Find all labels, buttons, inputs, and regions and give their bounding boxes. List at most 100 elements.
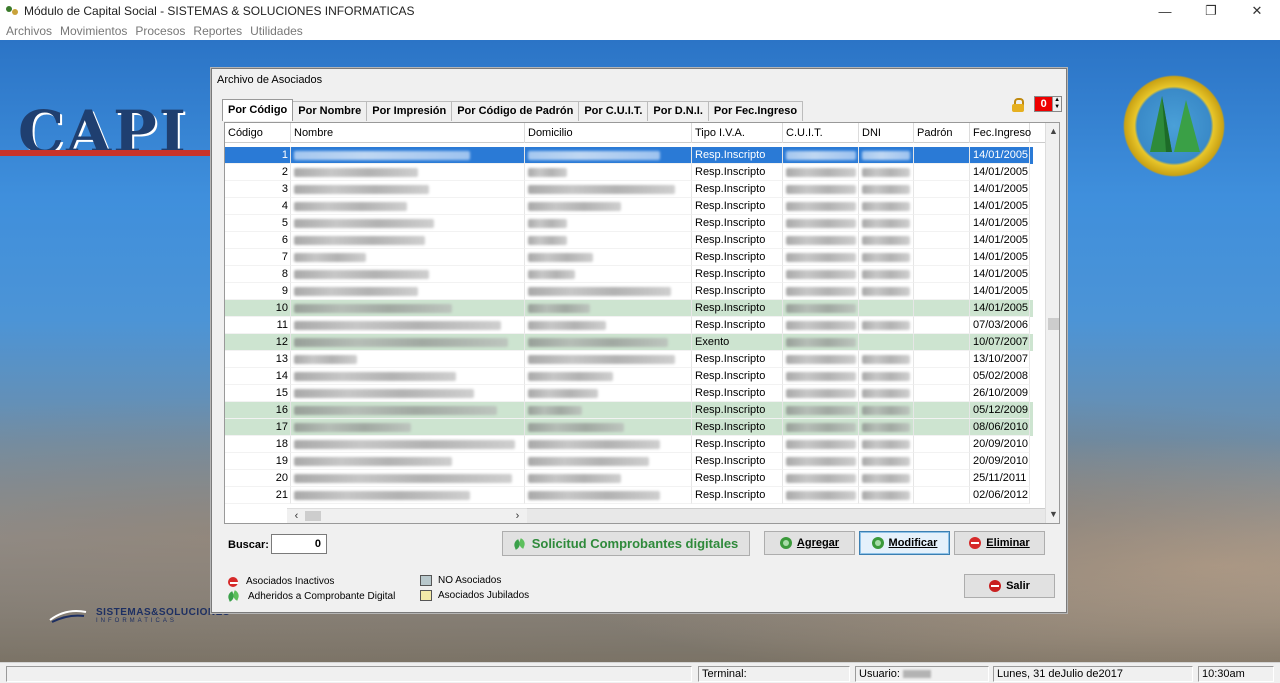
menu-utilidades[interactable]: Utilidades [250,24,303,38]
column-header-cuit[interactable]: C.U.I.T. [783,123,859,143]
tab-por-cuit[interactable]: Por C.U.I.T. [578,101,649,121]
tab-por-nombre[interactable]: Por Nombre [292,101,368,121]
vertical-scrollbar[interactable]: ▲ ▼ [1045,123,1059,523]
minimize-button[interactable]: — [1142,0,1188,22]
scroll-left-icon[interactable]: ‹ [289,509,304,523]
modificar-button[interactable]: Modificar [859,531,950,555]
scroll-right-icon[interactable]: › [510,509,525,523]
legend-adheridos: Adheridos a Comprobante Digital [228,590,395,602]
menu-procesos[interactable]: Procesos [135,24,185,38]
cell-fec-ingreso: 14/01/2005 [970,283,1030,300]
table-row[interactable]: 21 Resp.Inscripto 02/06/2012 [225,487,1033,504]
spin-down-icon[interactable]: ▼ [1053,104,1061,111]
cell-padron [914,317,970,334]
table-row[interactable]: 6 Resp.Inscripto 14/01/2005 [225,232,1033,249]
redacted-domicilio [528,355,675,364]
counter-value[interactable]: 0 [1035,97,1053,111]
column-header-nombre[interactable]: Nombre [291,123,525,143]
table-row[interactable]: 9 Resp.Inscripto 14/01/2005 [225,283,1033,300]
table-row[interactable]: 5 Resp.Inscripto 14/01/2005 [225,215,1033,232]
column-header-codigo[interactable]: Código [225,123,291,143]
scroll-up-icon[interactable]: ▲ [1046,123,1059,140]
column-header-dni[interactable]: DNI [859,123,914,143]
horizontal-scrollbar[interactable]: ‹ › [287,508,527,523]
agregar-button[interactable]: Agregar [764,531,855,555]
cell-nombre [291,436,525,453]
solicitud-comprobantes-button[interactable]: Solicitud Comprobantes digitales [502,531,750,556]
cell-domicilio [525,419,692,436]
buscar-input[interactable]: 0 [271,534,327,554]
cell-cuit [783,232,859,249]
table-row[interactable]: 14 Resp.Inscripto 05/02/2008 [225,368,1033,385]
redacted-cuit [786,185,856,194]
menu-movimientos[interactable]: Movimientos [60,24,127,38]
cell-dni [859,232,914,249]
redacted-dni [862,457,910,466]
tab-por-fec-ingreso[interactable]: Por Fec.Ingreso [707,101,804,121]
counter-spin[interactable]: ▲ ▼ [1052,97,1061,111]
redacted-cuit [786,168,856,177]
column-header-domicilio[interactable]: Domicilio [525,123,692,143]
tab-por-impresion[interactable]: Por Impresión [366,101,453,121]
asociados-dialog: Archivo de Asociados Por Código Por Nomb… [211,68,1067,613]
menu-archivos[interactable]: Archivos [6,24,52,38]
cell-dni [859,181,914,198]
table-row[interactable]: 15 Resp.Inscripto 26/10/2009 [225,385,1033,402]
redacted-dni [862,151,910,160]
cell-nombre [291,266,525,283]
status-message [6,666,692,682]
record-counter-stepper[interactable]: 0 ▲ ▼ [1034,96,1062,112]
table-row[interactable]: 2 Resp.Inscripto 14/01/2005 [225,164,1033,181]
menu-reportes[interactable]: Reportes [193,24,242,38]
column-header-padron[interactable]: Padrón [914,123,970,143]
salir-button[interactable]: Salir [964,574,1055,598]
table-row[interactable]: 10 Resp.Inscripto 14/01/2005 [225,300,1033,317]
column-header-tipo-iva[interactable]: Tipo I.V.A. [692,123,783,143]
redacted-cuit [786,423,856,432]
redacted-dni [862,219,910,228]
table-row[interactable]: 11 Resp.Inscripto 07/03/2006 [225,317,1033,334]
tab-por-dni[interactable]: Por D.N.I. [647,101,709,121]
modificar-label: Modificar [888,537,938,549]
table-row[interactable]: 13 Resp.Inscripto 13/10/2007 [225,351,1033,368]
redacted-nombre [294,389,474,398]
cell-cuit [783,351,859,368]
table-row[interactable]: 7 Resp.Inscripto 14/01/2005 [225,249,1033,266]
table-row[interactable]: 20 Resp.Inscripto 25/11/2011 [225,470,1033,487]
cell-cuit [783,283,859,300]
cell-nombre [291,402,525,419]
eliminar-label: Eliminar [986,537,1030,549]
scroll-down-icon[interactable]: ▼ [1046,506,1059,523]
table-row[interactable]: 16 Resp.Inscripto 05/12/2009 [225,402,1033,419]
hscroll-thumb[interactable] [305,511,321,521]
column-header-fec-ingreso[interactable]: Fec.Ingreso [970,123,1031,143]
table-row[interactable]: 17 Resp.Inscripto 08/06/2010 [225,419,1033,436]
asociados-table[interactable]: Código Nombre Domicilio Tipo I.V.A. C.U.… [224,122,1060,524]
tab-por-codigo-padron[interactable]: Por Código de Padrón [451,101,580,121]
lock-icon[interactable] [1012,98,1024,112]
eliminar-button[interactable]: Eliminar [954,531,1045,555]
cell-dni [859,283,914,300]
cell-codigo: 21 [225,487,291,504]
cell-domicilio [525,317,692,334]
redacted-dni [862,202,910,211]
cell-domicilio [525,181,692,198]
spin-up-icon[interactable]: ▲ [1053,97,1061,104]
table-row[interactable]: 8 Resp.Inscripto 14/01/2005 [225,266,1033,283]
tab-por-codigo[interactable]: Por Código [222,99,294,121]
table-row[interactable]: 1 Resp.Inscripto 14/01/2005 [225,147,1033,164]
legend-adheridos-label: Adheridos a Comprobante Digital [248,590,396,602]
table-row[interactable]: 12 Exento 10/07/2007 [225,334,1033,351]
table-row[interactable]: 4 Resp.Inscripto 14/01/2005 [225,198,1033,215]
cell-tipo-iva: Resp.Inscripto [692,147,783,164]
table-row[interactable]: 3 Resp.Inscripto 14/01/2005 [225,181,1033,198]
table-row[interactable]: 19 Resp.Inscripto 20/09/2010 [225,453,1033,470]
redacted-domicilio [528,423,624,432]
close-button[interactable]: ✕ [1234,0,1280,22]
scroll-thumb[interactable] [1048,318,1059,330]
cell-cuit [783,164,859,181]
maximize-button[interactable]: ❐ [1188,0,1234,22]
status-usuario-label: Usuario: [859,668,900,680]
table-row[interactable]: 18 Resp.Inscripto 20/09/2010 [225,436,1033,453]
cell-fec-ingreso: 14/01/2005 [970,266,1030,283]
